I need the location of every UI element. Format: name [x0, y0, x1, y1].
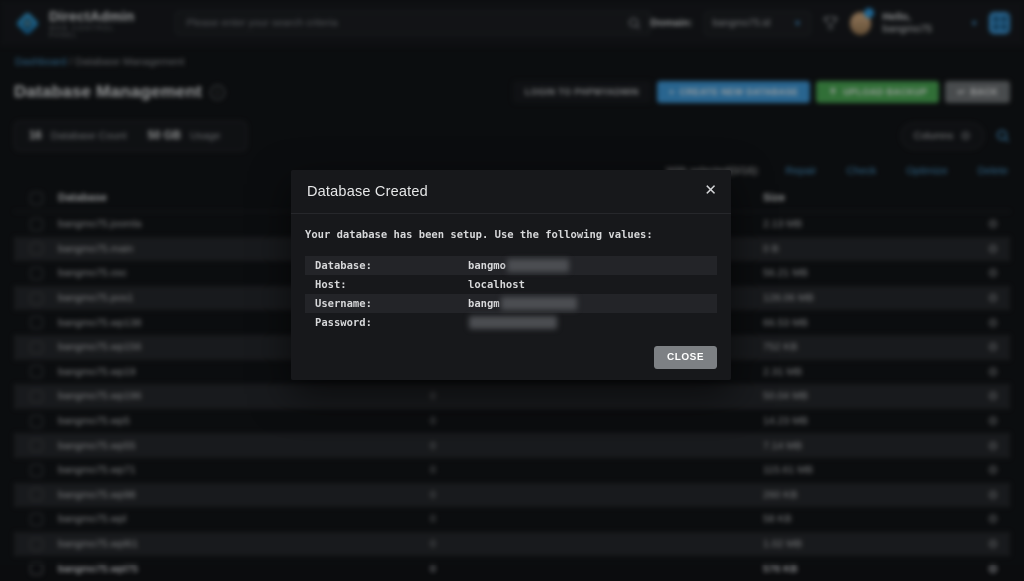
field-label: Username:	[315, 298, 468, 310]
redacted-text	[469, 316, 557, 329]
close-button[interactable]: CLOSE	[654, 346, 717, 369]
field-label: Password:	[315, 317, 468, 329]
modal-field-row: Username: bangm	[305, 294, 717, 313]
modal-field-row: Database: bangmo	[305, 256, 717, 275]
field-value-wrap	[468, 316, 557, 329]
field-value-wrap: bangm	[468, 297, 577, 310]
modal-title: Database Created	[307, 184, 428, 200]
redacted-text	[501, 297, 577, 310]
database-created-modal: Database Created ✕ Your database has bee…	[291, 170, 731, 380]
field-value: localhost	[468, 279, 525, 291]
field-value: bangmo	[468, 260, 506, 272]
modal-message: Your database has been setup. Use the fo…	[305, 229, 717, 241]
close-icon[interactable]: ✕	[704, 181, 717, 199]
modal-field-row: Host: localhost	[305, 275, 717, 294]
redacted-text	[507, 259, 569, 272]
field-label: Database:	[315, 260, 468, 272]
field-value: bangm	[468, 298, 500, 310]
modal-field-row: Password:	[305, 313, 717, 332]
field-value-wrap: localhost	[468, 279, 525, 291]
field-label: Host:	[315, 279, 468, 291]
screen: DirectAdmin WEB CONTROL PANEL Domain: ba…	[0, 0, 1024, 565]
field-value-wrap: bangmo	[468, 259, 569, 272]
modal-fields: Database: bangmo Host: localhost Usernam…	[305, 256, 717, 332]
